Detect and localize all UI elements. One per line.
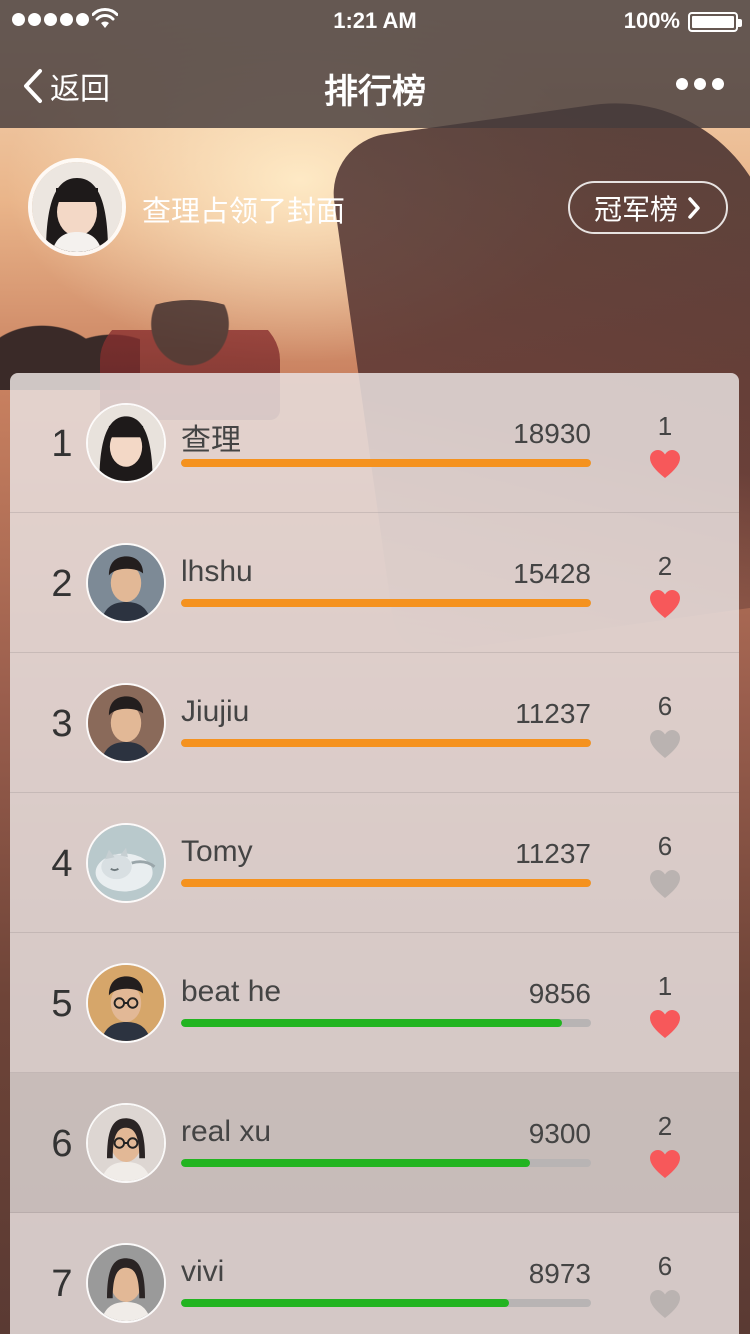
user-name: beat he <box>181 975 282 1008</box>
ranking-row[interactable]: 3 Jiujiu 11237 6 <box>10 653 739 793</box>
battery-percent: 100% <box>623 8 680 33</box>
heart-icon[interactable] <box>649 729 681 759</box>
like-count: 2 <box>657 1111 673 1141</box>
rank-number: 2 <box>51 563 73 605</box>
score-progress-bar <box>181 739 591 747</box>
user-avatar[interactable] <box>86 1243 166 1323</box>
avatar-man-icon <box>88 685 164 761</box>
like-count: 6 <box>657 1251 673 1281</box>
champion-label: 冠军榜 <box>594 193 679 225</box>
score-progress-fill <box>181 879 591 887</box>
avatar-woman-glasses-icon <box>88 1105 164 1181</box>
rank-number: 1 <box>51 423 73 465</box>
avatar-cat-icon <box>88 825 164 901</box>
score-progress-bar <box>181 459 591 467</box>
ranking-list: 1 查理 18930 1 2 lhshu 15428 2 3 Jiujiu 11… <box>10 373 739 1334</box>
user-name: Jiujiu <box>181 695 250 728</box>
user-avatar[interactable] <box>86 1103 166 1183</box>
rank-number: 3 <box>51 703 73 745</box>
cover-avatar[interactable] <box>28 158 126 256</box>
rank-number: 7 <box>51 1263 73 1305</box>
ranking-row[interactable]: 2 lhshu 15428 2 <box>10 513 739 653</box>
ranking-row[interactable]: 6 real xu 9300 2 <box>10 1073 739 1213</box>
cover-text: 查理占领了封面 <box>142 196 346 228</box>
heart-icon[interactable] <box>649 589 681 619</box>
rank-number: 4 <box>51 843 73 885</box>
ranking-row[interactable]: 5 beat he 9856 1 <box>10 933 739 1073</box>
score-progress-bar <box>181 1019 591 1027</box>
score-progress-fill <box>181 1299 509 1307</box>
heart-icon[interactable] <box>649 1289 681 1319</box>
user-name: vivi <box>181 1255 225 1288</box>
like-count: 6 <box>657 691 673 721</box>
rank-number: 5 <box>51 983 73 1025</box>
user-score: 18930 <box>513 418 591 449</box>
user-name: lhshu <box>181 555 253 588</box>
user-name: Tomy <box>181 835 253 868</box>
like-count: 2 <box>657 551 673 581</box>
heart-icon[interactable] <box>649 1009 681 1039</box>
avatar-girl-icon <box>88 405 164 481</box>
score-progress-fill <box>181 459 591 467</box>
rank-number: 6 <box>51 1123 73 1165</box>
avatar-girl-icon <box>32 162 122 252</box>
user-name: real xu <box>181 1115 272 1148</box>
heart-icon[interactable] <box>649 869 681 899</box>
status-bar: 1:21 AM 100% <box>0 0 750 40</box>
ranking-row[interactable]: 1 查理 18930 1 <box>10 373 739 513</box>
score-progress-fill <box>181 1019 563 1027</box>
battery-icon <box>688 12 742 32</box>
score-progress-fill <box>181 739 591 747</box>
avatar-man-glasses-icon <box>88 965 164 1041</box>
like-count: 1 <box>657 971 673 1001</box>
like-count: 6 <box>657 831 673 861</box>
ranking-row[interactable]: 7 vivi 8973 6 <box>10 1213 739 1334</box>
user-score: 11237 <box>515 838 591 869</box>
score-progress-fill <box>181 1159 530 1167</box>
user-score: 11237 <box>515 698 591 729</box>
more-dots-icon[interactable] <box>676 78 724 90</box>
user-avatar[interactable] <box>86 543 166 623</box>
user-avatar[interactable] <box>86 683 166 763</box>
user-score: 15428 <box>513 558 591 589</box>
score-progress-bar <box>181 599 591 607</box>
user-score: 8973 <box>528 1258 591 1289</box>
score-progress-bar <box>181 1159 591 1167</box>
user-avatar[interactable] <box>86 963 166 1043</box>
like-count: 1 <box>657 411 673 441</box>
user-name: 查理 <box>181 424 241 457</box>
user-avatar[interactable] <box>86 823 166 903</box>
user-avatar[interactable] <box>86 403 166 483</box>
avatar-woman-icon <box>88 1245 164 1321</box>
champion-list-button[interactable]: 冠军榜 <box>568 181 728 234</box>
score-progress-fill <box>181 599 591 607</box>
avatar-man-icon <box>88 545 164 621</box>
heart-icon[interactable] <box>649 449 681 479</box>
user-score: 9856 <box>528 978 591 1009</box>
chevron-right-icon <box>688 196 700 219</box>
user-score: 9300 <box>528 1118 591 1149</box>
score-progress-bar <box>181 879 591 887</box>
page-title: 排行榜 <box>324 73 426 111</box>
ranking-row[interactable]: 4 Tomy 11237 6 <box>10 793 739 933</box>
nav-bar: 1:21 AM 100% 返回 排行榜 <box>0 0 750 128</box>
score-progress-bar <box>181 1299 591 1307</box>
heart-icon[interactable] <box>649 1149 681 1179</box>
